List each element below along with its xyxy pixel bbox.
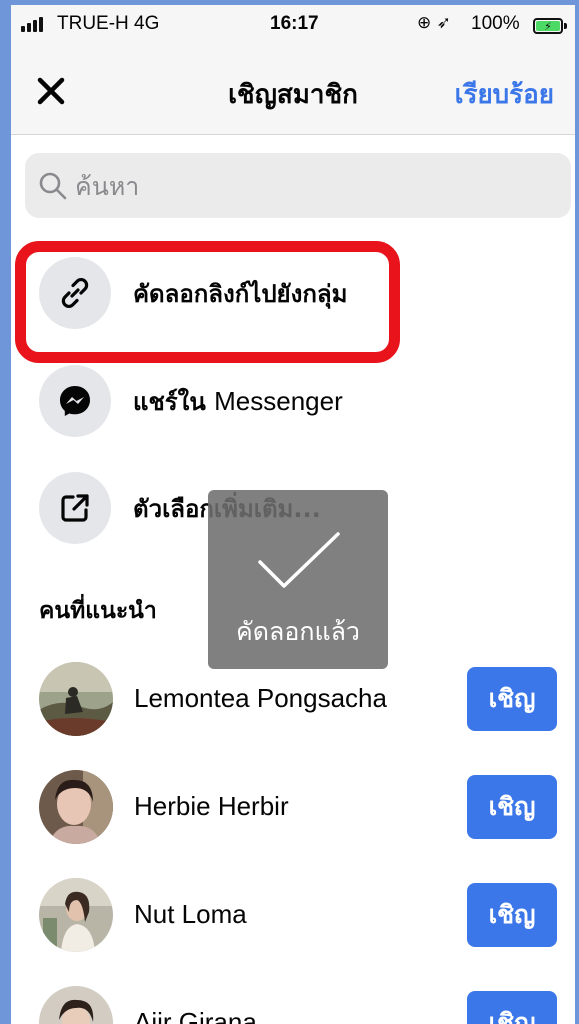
avatar[interactable] [39,986,113,1024]
signal-icon [21,17,43,32]
person-name: Nut Loma [134,899,247,929]
nav-header: เชิญสมาชิก เรียบร้อย [11,45,575,135]
done-button[interactable]: เรียบร้อย [455,74,554,115]
list-item: Nut Loma เชิญ [39,878,569,954]
avatar[interactable] [39,662,113,736]
share-messenger-label-th: แชร์ใน [133,387,215,416]
carrier-label: TRUE-H 4G [57,13,160,34]
share-messenger-label-en: Messenger [214,385,343,416]
status-bar: TRUE-H 4G 16:17 ⊕ ➶ 100% ⚡ [11,5,575,45]
avatar[interactable] [39,878,113,952]
search-icon [39,172,67,200]
battery-percent: 100% [471,13,520,34]
orientation-lock-icon: ⊕ [417,13,432,33]
battery-charging-icon: ⚡ [533,18,563,34]
status-icons: ⊕ ➶ [417,13,451,33]
phone-screen: TRUE-H 4G 16:17 ⊕ ➶ 100% ⚡ เชิญสมาชิก เร… [11,5,575,1024]
toast-text: คัดลอกแล้ว [236,617,360,646]
copied-toast: คัดลอกแล้ว [208,490,388,669]
list-item: Aiir Girana เชิญ [39,986,569,1024]
messenger-icon [39,365,111,437]
window-frame-left [0,0,11,1024]
location-icon: ➶ [436,13,451,33]
invite-button[interactable]: เชิญ [467,883,557,947]
external-share-icon [39,472,111,544]
clock: 16:17 [270,13,319,34]
invite-button[interactable]: เชิญ [467,667,557,731]
checkmark-icon [258,532,340,588]
person-name: Herbie Herbir [134,791,289,821]
search-bar[interactable] [25,153,571,218]
invite-button[interactable]: เชิญ [467,775,557,839]
person-name: Lemontea Pongsacha [134,683,387,713]
window-frame-right [575,0,579,1024]
search-input[interactable] [75,165,555,207]
highlight-annotation [15,241,400,363]
avatar[interactable] [39,770,113,844]
share-messenger-option[interactable]: แชร์ใน Messenger [39,365,419,437]
suggested-section-title: คนที่แนะนำ [39,598,157,624]
list-item: Herbie Herbir เชิญ [39,770,569,846]
share-messenger-label: แชร์ใน Messenger [133,382,343,421]
person-name: Aiir Girana [134,1007,257,1024]
battery-nub [564,23,567,29]
invite-button[interactable]: เชิญ [467,991,557,1024]
list-item: Lemontea Pongsacha เชิญ [39,662,569,738]
